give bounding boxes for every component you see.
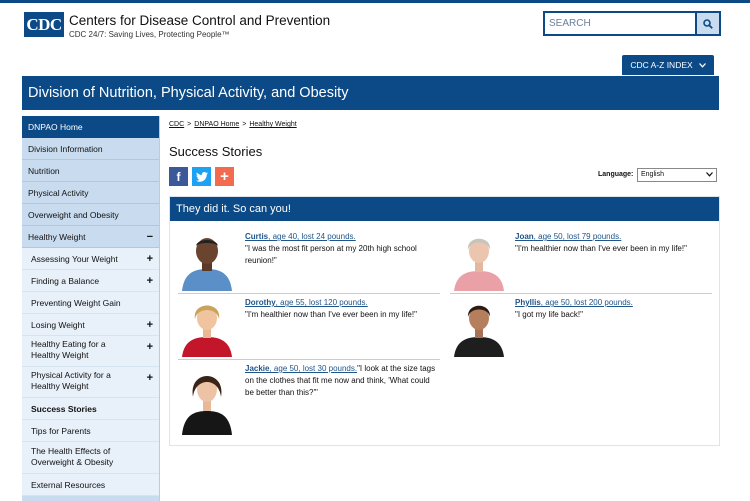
story-curtis-quote: "I was the most fit person at my 20th hi… [245,244,417,265]
facebook-icon: f [176,169,181,184]
facebook-share-button[interactable]: f [169,167,188,186]
story-joan-text: Joan, age 50, lost 79 pounds. "I'm healt… [515,231,710,255]
jackie-photo[interactable] [178,363,236,435]
story-dorothy-text: Dorothy, age 55, lost 120 pounds. "I'm h… [245,297,437,321]
sidebar-item-nutrition[interactable]: Nutrition [22,160,159,182]
breadcrumb: CDC > DNPAO Home > Healthy Weight [169,121,297,128]
story-curtis: Curtis, age 40, lost 24 pounds. "I was t… [178,231,440,291]
search-button[interactable] [695,13,719,34]
sidebar-subitem-success-stories[interactable]: Success Stories [22,398,159,420]
dorothy-photo[interactable] [178,297,236,357]
phyllis-photo[interactable] [450,297,508,357]
joan-photo[interactable] [450,231,508,291]
breadcrumb-link-cdc[interactable]: CDC [169,121,184,128]
sidebar-subitem-health-effects[interactable]: The Health Effects of Overweight & Obesi… [22,442,159,474]
story-phyllis-meta[interactable]: , age 50, lost 200 pounds. [541,298,633,307]
sidebar-item-division-information[interactable]: Division Information [22,138,159,160]
story-joan-link[interactable]: Joan [515,232,534,241]
story-dorothy-quote: "I'm healthier now than I've ever been i… [245,310,417,319]
agency-tagline: CDC 24/7: Saving Lives, Protecting Peopl… [69,30,230,39]
more-share-button[interactable]: + [215,167,234,186]
collapse-icon[interactable]: − [147,226,153,248]
expand-icon[interactable]: + [147,367,153,389]
sidebar-subitem-tips-parents[interactable]: Tips for Parents [22,420,159,442]
plus-icon: + [220,168,229,185]
sidebar-item-physical-activity[interactable]: Physical Activity [22,182,159,204]
story-phyllis: Phyllis, age 50, lost 200 pounds. "I got… [450,297,712,357]
twitter-share-button[interactable] [192,167,211,186]
story-jackie-text: Jackie, age 50, lost 30 pounds."I look a… [245,363,437,399]
story-dorothy-meta[interactable]: , age 55, lost 120 pounds. [276,298,368,307]
panel-title: They did it. So can you! [170,197,719,221]
chevron-down-icon [698,62,706,68]
story-joan-meta[interactable]: , age 50, lost 79 pounds. [534,232,622,241]
az-index-label: CDC A-Z INDEX [630,60,693,70]
breadcrumb-link-healthy-weight[interactable]: Healthy Weight [249,121,296,128]
story-dorothy-link[interactable]: Dorothy [245,298,276,307]
expand-icon[interactable]: + [147,248,153,270]
breadcrumb-separator: > [242,121,247,128]
cdc-logo[interactable]: CDC [24,12,64,37]
division-banner: Division of Nutrition, Physical Activity… [22,76,719,110]
sidebar-item-dnpao-home[interactable]: DNPAO Home [22,116,159,138]
sidebar-item-healthy-weight[interactable]: Healthy Weight − [22,226,159,248]
chevron-down-icon [706,172,713,177]
sidebar-nav: DNPAO Home Division Information Nutritio… [22,116,160,501]
expand-icon[interactable]: + [147,270,153,292]
sidebar-subitem-preventing-weight-gain[interactable]: Preventing Weight Gain [22,292,159,314]
site-header: CDC Centers for Disease Control and Prev… [0,3,750,51]
expand-icon[interactable]: + [147,336,153,358]
language-label: Language: [598,171,634,178]
sidebar-subitem-finding-balance[interactable]: Finding a Balance + [22,270,159,292]
language-selected: English [641,171,664,178]
sidebar-subitem-healthy-eating[interactable]: Healthy Eating for a Healthy Weight + [22,336,159,367]
story-jackie-meta[interactable]: , age 50, lost 30 pounds. [269,364,357,373]
breadcrumb-link-dnpao-home[interactable]: DNPAO Home [194,121,239,128]
story-joan-quote: "I'm healthier now than I've ever been i… [515,244,687,253]
expand-icon[interactable]: + [147,314,153,336]
story-dorothy: Dorothy, age 55, lost 120 pounds. "I'm h… [178,297,440,357]
sidebar-subitem-assessing-weight[interactable]: Assessing Your Weight + [22,248,159,270]
language-select[interactable]: English [637,168,717,182]
search-input[interactable] [545,13,695,34]
story-phyllis-link[interactable]: Phyllis [515,298,541,307]
story-curtis-text: Curtis, age 40, lost 24 pounds. "I was t… [245,231,437,267]
story-divider [178,293,440,294]
sidebar-subitem-physical-activity-weight[interactable]: Physical Activity for a Healthy Weight + [22,367,159,398]
story-divider [450,293,712,294]
search-icon [703,18,713,29]
story-curtis-link[interactable]: Curtis [245,232,268,241]
story-divider [178,359,440,360]
curtis-photo[interactable] [178,231,236,291]
story-jackie: Jackie, age 50, lost 30 pounds."I look a… [178,363,440,435]
story-curtis-meta[interactable]: , age 40, lost 24 pounds. [268,232,356,241]
success-stories-panel: They did it. So can you! Curtis, age 40,… [169,196,720,446]
story-jackie-link[interactable]: Jackie [245,364,269,373]
sidebar-subitem-losing-weight[interactable]: Losing Weight + [22,314,159,336]
twitter-icon [195,171,208,182]
story-phyllis-quote: "I got my life back!" [515,310,583,319]
page-title: Success Stories [169,144,263,159]
story-joan: Joan, age 50, lost 79 pounds. "I'm healt… [450,231,712,291]
sidebar-item-overweight-obesity[interactable]: Overweight and Obesity [22,204,159,226]
social-share-bar: f + [169,167,234,186]
az-index-button[interactable]: CDC A-Z INDEX [622,55,714,75]
sidebar-subitem-external-resources[interactable]: External Resources [22,474,159,496]
breadcrumb-separator: > [187,121,192,128]
agency-name[interactable]: Centers for Disease Control and Preventi… [69,13,330,28]
search-box [543,11,721,36]
story-phyllis-text: Phyllis, age 50, lost 200 pounds. "I got… [515,297,710,321]
